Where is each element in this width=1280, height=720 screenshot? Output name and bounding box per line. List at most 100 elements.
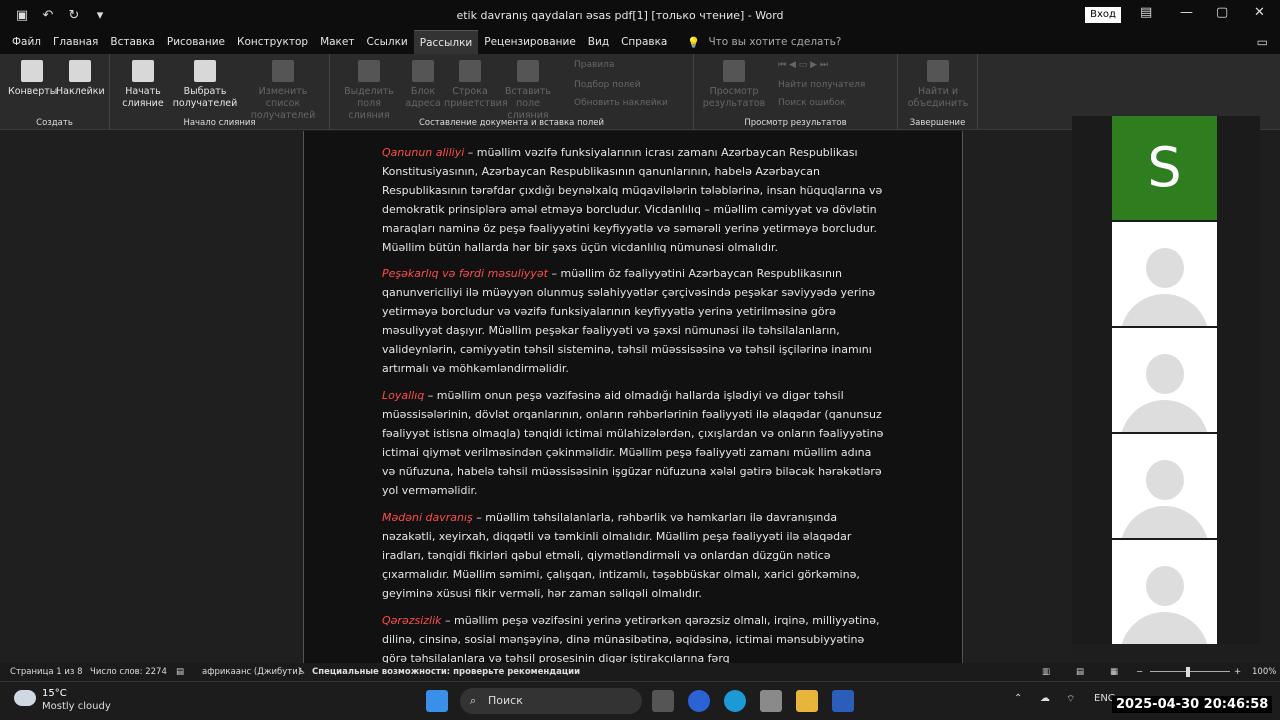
tab-draw[interactable]: Рисование	[161, 30, 231, 54]
match-fields-button[interactable]: Подбор полей	[574, 80, 641, 90]
accessibility-icon: ♿	[298, 667, 306, 677]
undo-icon[interactable]: ↶	[38, 8, 58, 23]
select-recipients-button[interactable]: Выбрать получателей	[172, 60, 238, 110]
preview-icon	[723, 60, 745, 82]
store-icon[interactable]	[760, 690, 782, 712]
language-indicator[interactable]: африкаанс (Джибути)	[202, 667, 301, 677]
insert-field-button[interactable]: Вставить поле слияния	[498, 60, 558, 122]
tab-mailings[interactable]: Рассылки	[413, 30, 479, 54]
update-labels-button[interactable]: Обновить наклейки	[574, 98, 668, 108]
windows-start-icon[interactable]	[426, 690, 448, 712]
paragraph-text: – müəllim vəzifə funksiyalarının icrası …	[382, 146, 883, 254]
word-app-icon[interactable]	[832, 690, 854, 712]
save-icon[interactable]: ▣	[12, 8, 32, 23]
paragraph: Qanunun aliliyi – müəllim vəzifə funksiy…	[382, 143, 887, 257]
search-icon: ⌕	[470, 694, 477, 707]
zoom-level[interactable]: 100%	[1252, 667, 1276, 677]
zoom-slider[interactable]	[1150, 671, 1230, 672]
maximize-icon[interactable]: ▢	[1216, 5, 1228, 20]
page-count[interactable]: Страница 1 из 8	[10, 667, 83, 677]
tab-view[interactable]: Вид	[582, 30, 615, 54]
signin-button[interactable]: Вход	[1085, 7, 1121, 23]
right-margin-area	[964, 131, 1072, 663]
zoom-in-icon[interactable]: +	[1234, 667, 1241, 677]
paragraph-term: Qərəzsizlik	[382, 614, 442, 627]
start-merge-button[interactable]: Начать слияние	[114, 60, 172, 110]
address-block-button[interactable]: Блок адреса	[402, 60, 444, 110]
word-count[interactable]: Число слов: 2274	[90, 667, 167, 677]
task-view-icon[interactable]	[652, 690, 674, 712]
tab-review[interactable]: Рецензирование	[478, 30, 582, 54]
envelope-icon	[21, 60, 43, 82]
zoom-app-icon[interactable]	[688, 690, 710, 712]
participant-tile[interactable]	[1112, 540, 1217, 644]
network-icon[interactable]: ⌔	[1066, 693, 1075, 706]
accessibility-status[interactable]: Специальные возможности: проверьте реком…	[312, 667, 580, 677]
address-label: Блок адреса	[405, 86, 441, 109]
tab-design[interactable]: Конструктор	[231, 30, 314, 54]
participant-tile[interactable]	[1112, 222, 1217, 326]
quick-access-toolbar: ▣ ↶ ↻ ▾	[0, 8, 130, 23]
group-write-insert: Выделить поля слияния Блок адреса Строка…	[330, 54, 694, 130]
taskbar-search[interactable]: ⌕ Поиск	[460, 688, 642, 714]
paragraph-text: – müəllim peşə vəzifəsini yerinə yetirər…	[382, 614, 880, 663]
envelopes-button[interactable]: Конверты	[8, 60, 58, 98]
customize-qat-icon[interactable]: ▾	[90, 8, 110, 23]
file-explorer-icon[interactable]	[796, 690, 818, 712]
document-title: etik davranış qaydaları əsas pdf[1] [тол…	[456, 9, 784, 22]
group-create: Конверты Наклейки Создать	[0, 54, 110, 130]
preview-results-button[interactable]: Просмотр результатов	[698, 60, 770, 110]
web-layout-icon[interactable]: ▦	[1110, 667, 1118, 677]
lightbulb-icon: 💡	[687, 36, 701, 49]
envelopes-label: Конверты	[8, 86, 58, 97]
paragraph-term: Loyallıq	[382, 389, 425, 402]
highlight-fields-button[interactable]: Выделить поля слияния	[336, 60, 402, 122]
comments-icon[interactable]: ▭	[1257, 35, 1268, 49]
group-label-finish: Завершение	[909, 118, 966, 128]
zoom-out-icon[interactable]: −	[1136, 667, 1143, 677]
paragraph: Qərəzsizlik – müəllim peşə vəzifəsini ye…	[382, 611, 887, 663]
labels-button[interactable]: Наклейки	[56, 60, 105, 98]
highlight-label: Выделить поля слияния	[344, 86, 394, 121]
tab-layout[interactable]: Макет	[314, 30, 360, 54]
paragraph: Peşəkarlıq və fərdi məsuliyyət – müəllim…	[382, 264, 887, 378]
tell-me-box[interactable]: 💡 Что вы хотите сделать?	[687, 36, 841, 49]
finish-label: Найти и объединить	[907, 86, 969, 109]
ribbon-display-icon[interactable]: ▤	[1140, 5, 1152, 20]
find-recipient-button[interactable]: Найти получателя	[778, 80, 865, 90]
paragraph: Loyallıq – müəllim onun peşə vəzifəsinə …	[382, 386, 887, 500]
group-label-preview: Просмотр результатов	[744, 118, 847, 128]
tab-insert[interactable]: Вставка	[104, 30, 161, 54]
participant-tile[interactable]	[1112, 434, 1217, 538]
zoom-slider-thumb[interactable]	[1186, 667, 1190, 677]
redo-icon[interactable]: ↻	[64, 8, 84, 23]
minimize-icon[interactable]: —	[1180, 5, 1193, 20]
search-placeholder: Поиск	[488, 694, 523, 707]
edit-list-button[interactable]: Изменить список получателей	[240, 60, 326, 122]
paragraph: Mədəni davranış – müəllim təhsilalanlarl…	[382, 508, 887, 603]
tab-file[interactable]: Файл	[6, 30, 47, 54]
finish-merge-button[interactable]: Найти и объединить	[902, 60, 974, 110]
participant-tile[interactable]	[1112, 328, 1217, 432]
tab-home[interactable]: Главная	[47, 30, 104, 54]
paragraph-text: – müəllim təhsilalanlarla, rəhbərlik və …	[382, 511, 860, 600]
greeting-line-button[interactable]: Строка приветствия	[444, 60, 508, 110]
edit-list-icon	[272, 60, 294, 82]
check-errors-button[interactable]: Поиск ошибок	[778, 98, 845, 108]
tab-references[interactable]: Ссылки	[360, 30, 413, 54]
close-icon[interactable]: ✕	[1254, 5, 1265, 20]
edge-browser-icon[interactable]	[724, 690, 746, 712]
proofing-icon[interactable]: ▤	[176, 667, 184, 677]
presenter-tile[interactable]: S	[1112, 116, 1217, 220]
onedrive-icon[interactable]: ☁	[1040, 693, 1050, 704]
document-page[interactable]: Qanunun aliliyi – müəllim vəzifə funksiy…	[303, 131, 963, 663]
rules-button[interactable]: Правила	[574, 60, 614, 70]
record-nav[interactable]: ⏮ ◀ ▭ ▶ ⏭	[778, 60, 828, 70]
tab-help[interactable]: Справка	[615, 30, 673, 54]
finish-icon	[927, 60, 949, 82]
avatar-body	[1120, 612, 1209, 644]
tray-overflow-icon[interactable]: ⌃	[1014, 693, 1022, 704]
print-layout-icon[interactable]: ▤	[1076, 667, 1084, 677]
read-mode-icon[interactable]: ▥	[1042, 667, 1050, 677]
insert-field-label: Вставить поле слияния	[504, 86, 551, 121]
